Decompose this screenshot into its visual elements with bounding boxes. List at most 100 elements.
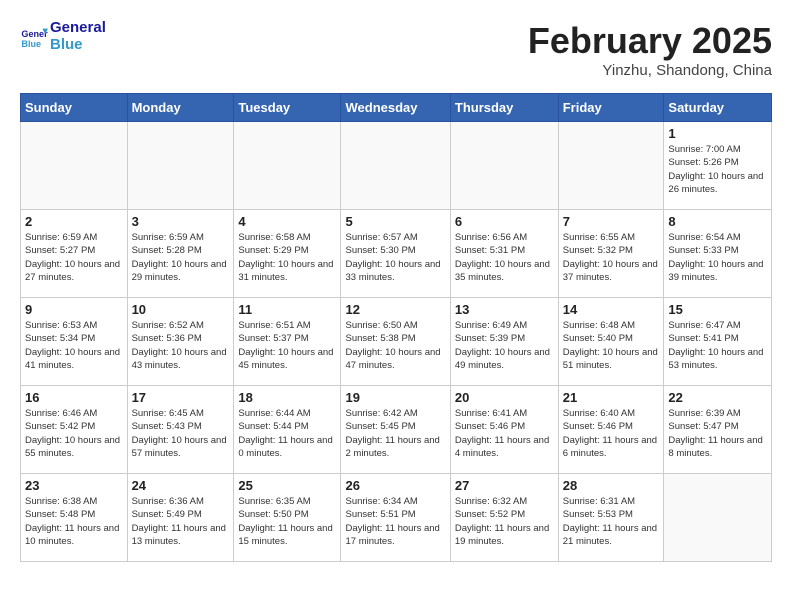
day-info: Sunrise: 6:55 AM Sunset: 5:32 PM Dayligh…: [563, 231, 660, 284]
month-title: February 2025: [528, 20, 772, 62]
day-number: 18: [238, 390, 336, 405]
day-number: 2: [25, 214, 123, 229]
calendar-cell: [450, 122, 558, 210]
calendar-cell: [234, 122, 341, 210]
calendar-cell: [127, 122, 234, 210]
weekday-header-thursday: Thursday: [450, 94, 558, 122]
calendar-cell: 25Sunrise: 6:35 AM Sunset: 5:50 PM Dayli…: [234, 474, 341, 562]
day-number: 16: [25, 390, 123, 405]
calendar-cell: 6Sunrise: 6:56 AM Sunset: 5:31 PM Daylig…: [450, 210, 558, 298]
weekday-header-sunday: Sunday: [21, 94, 128, 122]
calendar-cell: 21Sunrise: 6:40 AM Sunset: 5:46 PM Dayli…: [558, 386, 664, 474]
day-number: 20: [455, 390, 554, 405]
day-info: Sunrise: 6:45 AM Sunset: 5:43 PM Dayligh…: [132, 407, 230, 460]
calendar-week-4: 23 Sunrise: 6:38 AM Sunset: 5:48 PM Dayli…: [21, 474, 772, 562]
title-section: February 2025 Yinzhu, Shandong, China: [528, 20, 772, 79]
day-number: 11: [238, 302, 336, 317]
day-info: Sunrise: 6:38 AM Sunset: 5:48 PM Dayligh…: [25, 495, 123, 548]
day-number: 21: [563, 390, 660, 405]
day-number: 1: [668, 126, 767, 141]
calendar-cell: 1 Sunrise: 7:00 AM Sunset: 5:26 PM Daylig…: [664, 122, 772, 210]
day-number: 22: [668, 390, 767, 405]
day-info: Sunrise: 6:48 AM Sunset: 5:40 PM Dayligh…: [563, 319, 660, 372]
day-number: 13: [455, 302, 554, 317]
day-info: Sunrise: 7:00 AM Sunset: 5:26 PM Dayligh…: [668, 143, 767, 196]
day-number: 19: [345, 390, 445, 405]
calendar-week-0: 1 Sunrise: 7:00 AM Sunset: 5:26 PM Daylig…: [21, 122, 772, 210]
day-number: 4: [238, 214, 336, 229]
day-number: 24: [132, 478, 230, 493]
logo: General Blue General Blue: [20, 20, 106, 53]
calendar-cell: 20 Sunrise: 6:41 AM Sunset: 5:46 PM Dayli…: [450, 386, 558, 474]
calendar-cell: 8Sunrise: 6:54 AM Sunset: 5:33 PM Daylig…: [664, 210, 772, 298]
calendar-cell: 9 Sunrise: 6:53 AM Sunset: 5:34 PM Daylig…: [21, 298, 128, 386]
calendar-cell: 12 Sunrise: 6:50 AM Sunset: 5:38 PM Dayli…: [341, 298, 450, 386]
calendar-cell: 11 Sunrise: 6:51 AM Sunset: 5:37 PM Dayli…: [234, 298, 341, 386]
calendar-cell: [558, 122, 664, 210]
calendar-cell: [21, 122, 128, 210]
day-info: Sunrise: 6:34 AM Sunset: 5:51 PM Dayligh…: [345, 495, 445, 548]
day-info: Sunrise: 6:42 AM Sunset: 5:45 PM Dayligh…: [345, 407, 445, 460]
day-number: 5: [345, 214, 445, 229]
calendar-cell: 24 Sunrise: 6:36 AM Sunset: 5:49 PM Dayli…: [127, 474, 234, 562]
calendar-cell: 10 Sunrise: 6:52 AM Sunset: 5:36 PM Dayli…: [127, 298, 234, 386]
calendar-header-row: SundayMondayTuesdayWednesdayThursdayFrid…: [21, 94, 772, 122]
day-info: Sunrise: 6:39 AM Sunset: 5:47 PM Dayligh…: [668, 407, 767, 460]
day-info: Sunrise: 6:51 AM Sunset: 5:37 PM Dayligh…: [238, 319, 336, 372]
calendar-cell: 7 Sunrise: 6:55 AM Sunset: 5:32 PM Daylig…: [558, 210, 664, 298]
calendar-week-1: 2 Sunrise: 6:59 AM Sunset: 5:27 PM Daylig…: [21, 210, 772, 298]
day-number: 9: [25, 302, 123, 317]
calendar-cell: 16 Sunrise: 6:46 AM Sunset: 5:42 PM Dayli…: [21, 386, 128, 474]
day-info: Sunrise: 6:52 AM Sunset: 5:36 PM Dayligh…: [132, 319, 230, 372]
day-number: 12: [345, 302, 445, 317]
day-number: 14: [563, 302, 660, 317]
calendar-cell: [341, 122, 450, 210]
day-number: 23: [25, 478, 123, 493]
day-info: Sunrise: 6:59 AM Sunset: 5:27 PM Dayligh…: [25, 231, 123, 284]
calendar-cell: 28Sunrise: 6:31 AM Sunset: 5:53 PM Dayli…: [558, 474, 664, 562]
day-info: Sunrise: 6:32 AM Sunset: 5:52 PM Dayligh…: [455, 495, 554, 548]
calendar-cell: 22 Sunrise: 6:39 AM Sunset: 5:47 PM Dayli…: [664, 386, 772, 474]
calendar-cell: 13 Sunrise: 6:49 AM Sunset: 5:39 PM Dayli…: [450, 298, 558, 386]
calendar-cell: 4 Sunrise: 6:58 AM Sunset: 5:29 PM Daylig…: [234, 210, 341, 298]
day-info: Sunrise: 6:50 AM Sunset: 5:38 PM Dayligh…: [345, 319, 445, 372]
day-number: 15: [668, 302, 767, 317]
day-info: Sunrise: 6:46 AM Sunset: 5:42 PM Dayligh…: [25, 407, 123, 460]
day-info: Sunrise: 6:58 AM Sunset: 5:29 PM Dayligh…: [238, 231, 336, 284]
day-info: Sunrise: 6:53 AM Sunset: 5:34 PM Dayligh…: [25, 319, 123, 372]
day-info: Sunrise: 6:31 AM Sunset: 5:53 PM Dayligh…: [563, 495, 660, 548]
calendar-cell: [664, 474, 772, 562]
calendar-cell: 27 Sunrise: 6:32 AM Sunset: 5:52 PM Dayli…: [450, 474, 558, 562]
calendar-cell: 23 Sunrise: 6:38 AM Sunset: 5:48 PM Dayli…: [21, 474, 128, 562]
day-number: 3: [132, 214, 230, 229]
day-number: 10: [132, 302, 230, 317]
calendar-cell: 2 Sunrise: 6:59 AM Sunset: 5:27 PM Daylig…: [21, 210, 128, 298]
svg-text:Blue: Blue: [21, 38, 41, 48]
weekday-header-saturday: Saturday: [664, 94, 772, 122]
location-subtitle: Yinzhu, Shandong, China: [528, 62, 772, 79]
calendar-cell: 5 Sunrise: 6:57 AM Sunset: 5:30 PM Daylig…: [341, 210, 450, 298]
day-info: Sunrise: 6:49 AM Sunset: 5:39 PM Dayligh…: [455, 319, 554, 372]
calendar-cell: 18 Sunrise: 6:44 AM Sunset: 5:44 PM Dayli…: [234, 386, 341, 474]
day-number: 26: [345, 478, 445, 493]
day-number: 17: [132, 390, 230, 405]
day-info: Sunrise: 6:35 AM Sunset: 5:50 PM Dayligh…: [238, 495, 336, 548]
day-info: Sunrise: 6:57 AM Sunset: 5:30 PM Dayligh…: [345, 231, 445, 284]
logo-icon: General Blue: [20, 23, 48, 51]
calendar-week-3: 16 Sunrise: 6:46 AM Sunset: 5:42 PM Dayli…: [21, 386, 772, 474]
day-info: Sunrise: 6:41 AM Sunset: 5:46 PM Dayligh…: [455, 407, 554, 460]
day-number: 6: [455, 214, 554, 229]
day-number: 7: [563, 214, 660, 229]
day-info: Sunrise: 6:36 AM Sunset: 5:49 PM Dayligh…: [132, 495, 230, 548]
weekday-header-tuesday: Tuesday: [234, 94, 341, 122]
weekday-header-monday: Monday: [127, 94, 234, 122]
calendar-week-2: 9 Sunrise: 6:53 AM Sunset: 5:34 PM Daylig…: [21, 298, 772, 386]
day-number: 27: [455, 478, 554, 493]
weekday-header-friday: Friday: [558, 94, 664, 122]
weekday-header-wednesday: Wednesday: [341, 94, 450, 122]
calendar-cell: 14 Sunrise: 6:48 AM Sunset: 5:40 PM Dayli…: [558, 298, 664, 386]
day-info: Sunrise: 6:44 AM Sunset: 5:44 PM Dayligh…: [238, 407, 336, 460]
calendar-table: SundayMondayTuesdayWednesdayThursdayFrid…: [20, 93, 772, 562]
day-number: 8: [668, 214, 767, 229]
logo-blue: Blue: [50, 37, 106, 54]
